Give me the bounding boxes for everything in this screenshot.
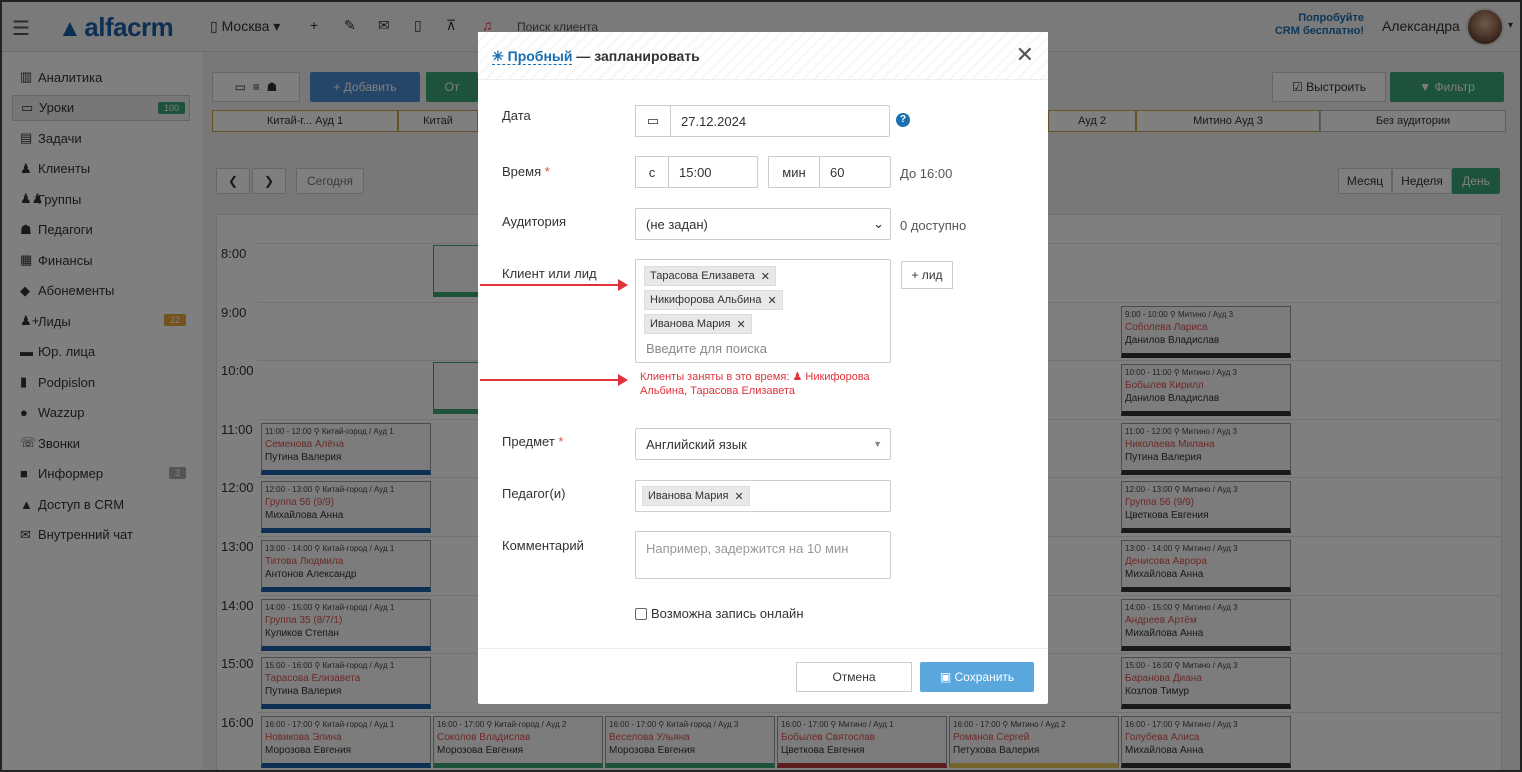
cancel-button[interactable]: Отмена — [796, 662, 912, 692]
duration-input[interactable]: 60 — [819, 156, 891, 188]
app-frame: ☰ ▲alfacrm ▯ Москва ▾ + ✎ ✉ ▯ ⊼ ♫ Поиск … — [0, 0, 1522, 772]
subject-label: Предмет * — [502, 434, 563, 449]
client-tag: Иванова Мария ✕ — [644, 314, 752, 334]
time-to-text: До 16:00 — [900, 166, 953, 181]
close-icon[interactable]: ✕ — [1016, 42, 1034, 68]
chevron-down-icon: ⌄ — [873, 216, 884, 231]
modal-header: ✳ Пробный — запланировать ✕ — [478, 32, 1048, 80]
subject-select[interactable]: Английский язык ▼ — [635, 428, 891, 460]
modal-title: ✳ Пробный — запланировать — [492, 48, 700, 65]
room-select[interactable]: (не задан) ⌄ — [635, 208, 891, 240]
client-tag: Никифорова Альбина ✕ — [644, 290, 783, 310]
modal-footer-divider — [478, 648, 1048, 649]
duration-prefix: мин — [768, 156, 820, 188]
room-label: Аудитория — [502, 214, 567, 229]
time-label: Время * — [502, 164, 550, 179]
remove-icon[interactable]: ✕ — [767, 294, 776, 307]
required-mark: * — [544, 164, 550, 179]
room-available: 0 доступно — [900, 218, 967, 233]
client-label: Клиент или лид — [502, 266, 597, 281]
teacher-label: Педагог(и) — [502, 486, 566, 501]
save-label: Сохранить — [954, 670, 1015, 684]
online-checkbox[interactable] — [635, 607, 647, 620]
remove-icon[interactable]: ✕ — [761, 270, 770, 283]
time-from-input[interactable]: 15:00 — [668, 156, 758, 188]
schedule-modal: ✳ Пробный — запланировать ✕ Дата ▭ 27.12… — [478, 32, 1048, 704]
online-checkbox-row[interactable]: Возможна запись онлайн — [635, 606, 804, 621]
required-mark: * — [558, 434, 564, 449]
busy-warning: Клиенты заняты в это время: ♟ Никифорова… — [640, 370, 890, 398]
remove-icon[interactable]: ✕ — [736, 318, 745, 331]
subject-label-text: Предмет — [502, 434, 555, 449]
trial-link-label: Пробный — [507, 48, 573, 64]
add-lead-button[interactable]: + лид — [901, 261, 953, 289]
remove-icon[interactable]: ✕ — [734, 490, 743, 503]
save-button[interactable]: ▣ Сохранить — [920, 662, 1034, 692]
teacher-tag: Иванова Мария ✕ — [642, 486, 750, 506]
client-tag-label: Никифорова Альбина — [650, 294, 762, 306]
floppy-icon: ▣ — [939, 670, 952, 684]
user-icon: ♟ — [792, 371, 803, 383]
comment-label: Комментарий — [502, 538, 584, 553]
calendar-icon[interactable]: ▭ — [635, 105, 671, 137]
teacher-tag-label: Иванова Мария — [648, 490, 729, 502]
room-select-value: (не задан) — [646, 216, 708, 232]
client-search-input[interactable]: Введите для поиска — [646, 341, 767, 356]
client-tag: Тарасова Елизавета ✕ — [644, 266, 776, 286]
trial-link[interactable]: ✳ Пробный — [492, 48, 573, 65]
comment-textarea[interactable]: Например, задержится на 10 мин — [635, 531, 891, 579]
client-tag-label: Иванова Мария — [650, 318, 731, 330]
modal-title-rest: — запланировать — [576, 48, 700, 64]
date-label: Дата — [502, 108, 531, 123]
date-input[interactable]: 27.12.2024 — [670, 105, 890, 137]
time-from-prefix: с — [635, 156, 669, 188]
teacher-multiselect[interactable]: Иванова Мария ✕ — [635, 480, 891, 512]
subject-select-value: Английский язык — [646, 436, 747, 452]
annotation-arrow — [480, 374, 628, 386]
online-checkbox-label: Возможна запись онлайн — [651, 606, 804, 621]
busy-warning-text: Клиенты заняты в это время: — [640, 371, 793, 383]
client-multiselect[interactable]: Тарасова Елизавета ✕ Никифорова Альбина ✕ … — [635, 259, 891, 363]
time-label-text: Время — [502, 164, 542, 179]
annotation-arrow — [480, 279, 628, 291]
help-icon[interactable]: ? — [896, 113, 910, 127]
caret-down-icon: ▼ — [873, 439, 882, 449]
client-tag-label: Тарасова Елизавета — [650, 270, 755, 282]
